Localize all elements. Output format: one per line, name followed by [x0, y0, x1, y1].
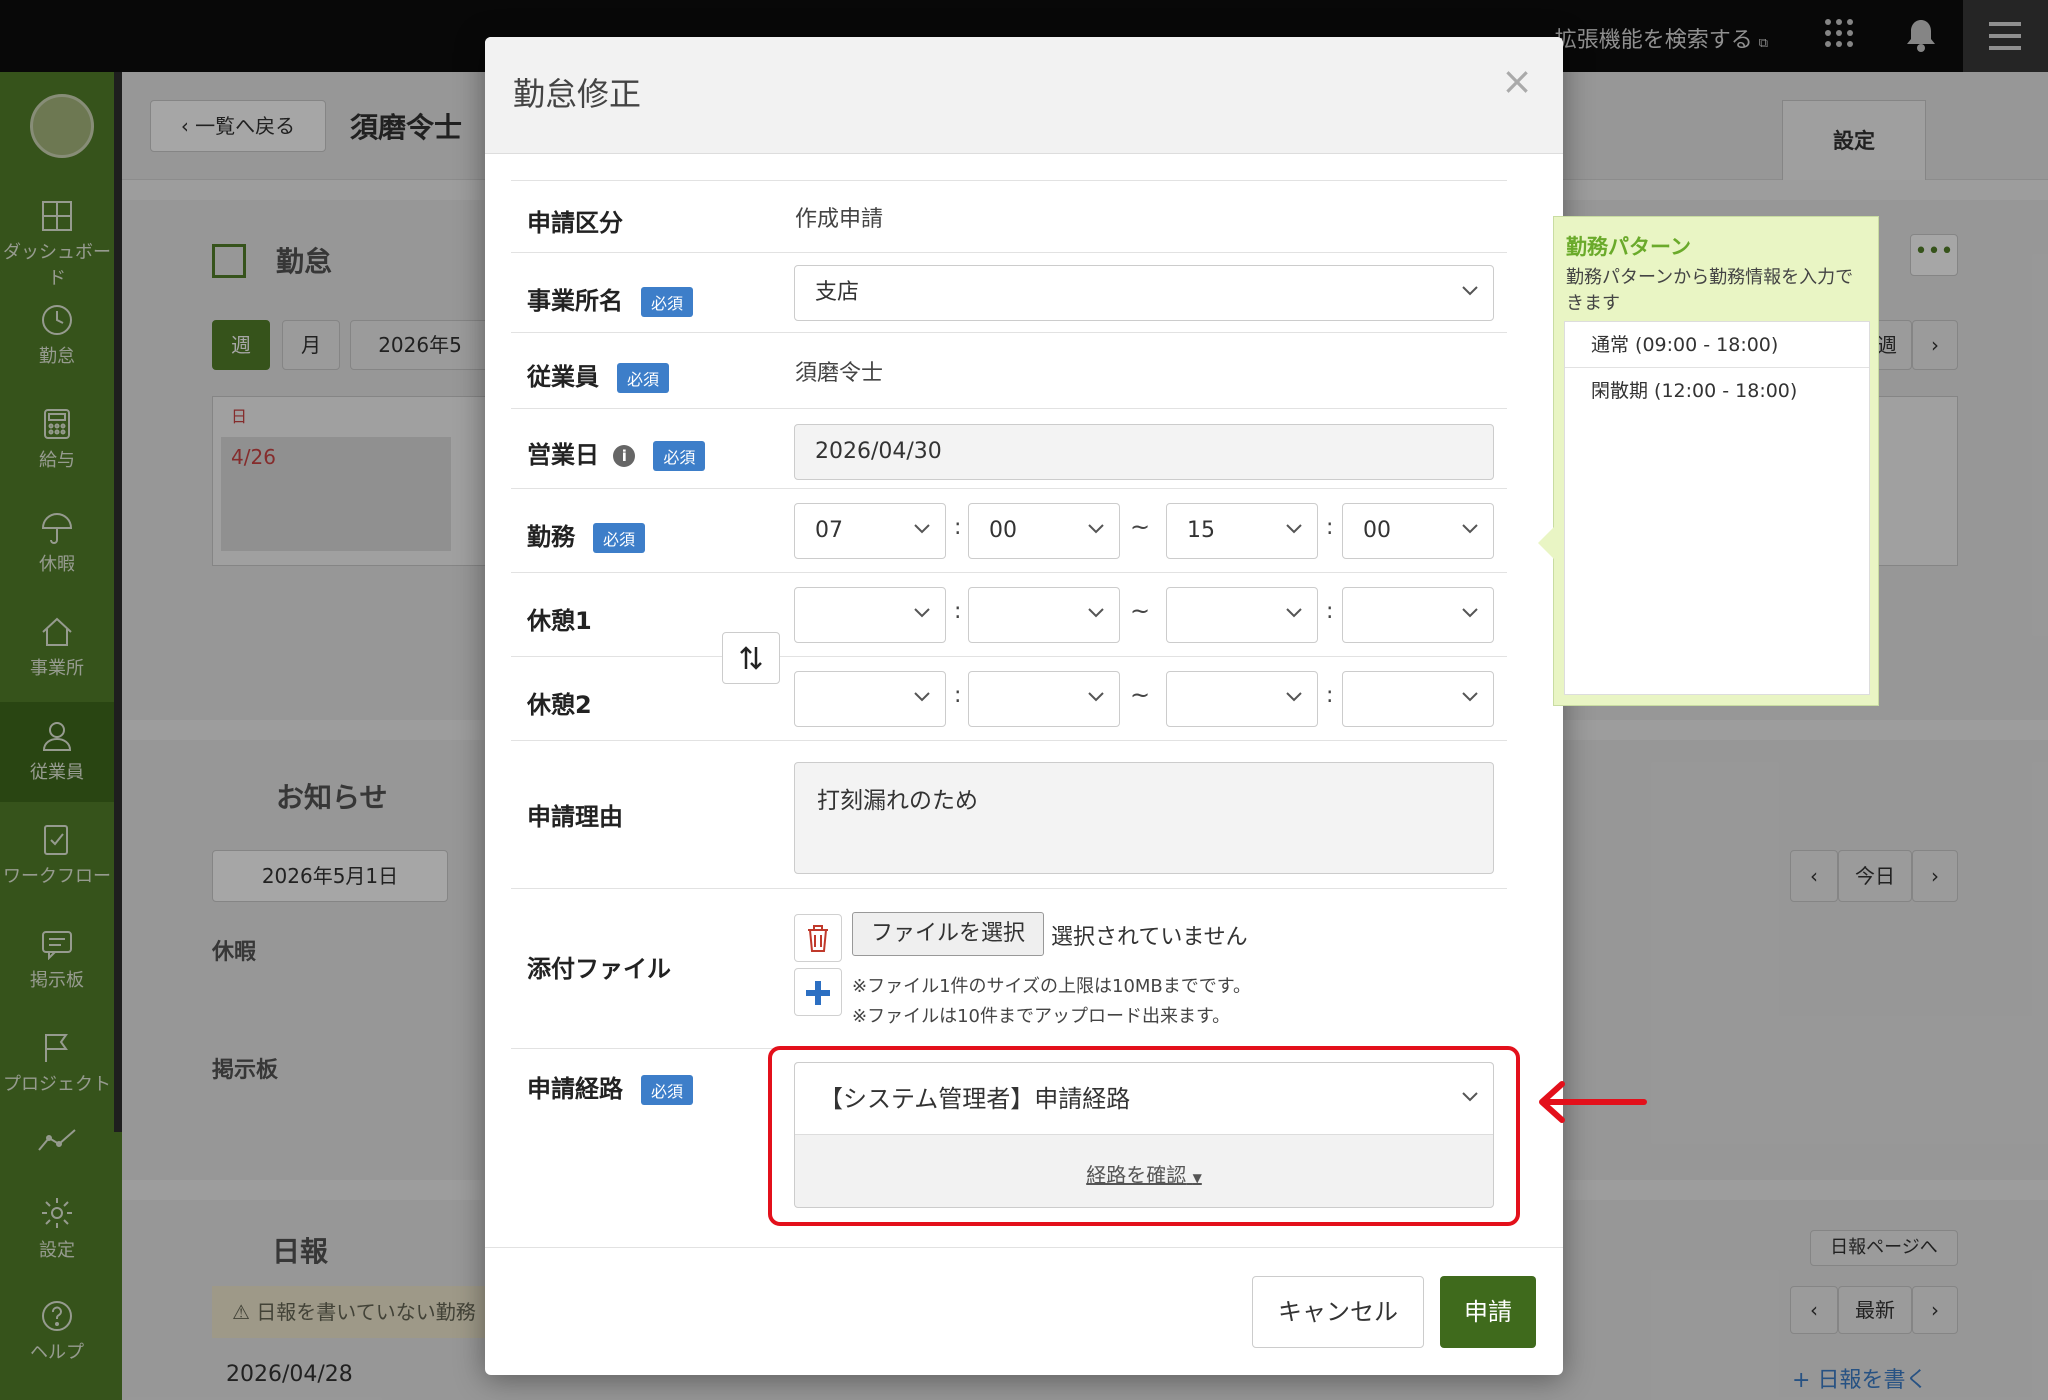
required-badge: 必須	[641, 1075, 694, 1105]
time-separator: :	[1326, 683, 1334, 708]
close-icon[interactable]: ×	[1501, 59, 1533, 103]
chevron-down-icon	[914, 608, 930, 618]
chevron-down-icon	[1462, 286, 1478, 296]
panel-title: 勤務パターン	[1566, 235, 1691, 259]
chevron-down-icon	[1462, 524, 1478, 534]
pattern-item[interactable]: 通常 (09:00 - 18:00)	[1565, 322, 1869, 368]
pattern-item[interactable]: 閑散期 (12:00 - 18:00)	[1565, 368, 1869, 414]
break1-start-minute-select[interactable]	[968, 587, 1120, 643]
pattern-list: 通常 (09:00 - 18:00) 閑散期 (12:00 - 18:00)	[1564, 321, 1870, 695]
delete-file-button[interactable]	[794, 914, 842, 962]
field-label: 申請理由	[527, 803, 623, 831]
time-separator: :	[954, 599, 962, 624]
chevron-down-icon	[1286, 608, 1302, 618]
row-employee: 従業員 必須 須磨令士	[511, 332, 1507, 408]
row-request-type: 申請区分 作成申請	[511, 180, 1507, 252]
required-badge: 必須	[617, 363, 670, 393]
reason-textarea[interactable]: 打刻漏れのため	[794, 762, 1494, 874]
plus-icon	[806, 981, 830, 1005]
field-label: 申請区分	[527, 209, 623, 237]
row-office: 事業所名 必須 支店	[511, 252, 1507, 332]
row-break1: 休憩1 : ~ :	[511, 572, 1507, 656]
work-pattern-panel: 勤務パターン 勤務パターンから勤務情報を入力できます 通常 (09:00 - 1…	[1538, 216, 1879, 706]
modal-header: 勤怠修正 ×	[485, 37, 1563, 154]
work-end-minute-select[interactable]: 00	[1342, 503, 1494, 559]
break2-start-hour-select[interactable]	[794, 671, 946, 727]
modal-title: 勤怠修正	[513, 75, 642, 113]
swap-breaks-button[interactable]	[722, 632, 780, 684]
chevron-down-icon	[1088, 608, 1104, 618]
range-separator: ~	[1130, 597, 1151, 625]
info-icon[interactable]: i	[613, 445, 636, 467]
cancel-button[interactable]: キャンセル	[1252, 1276, 1424, 1348]
row-work: 勤務 必須 07 : 00 ~ 15 : 00	[511, 488, 1507, 572]
file-size-note: ※ファイル1件のサイズの上限は10MBまでです。	[852, 976, 1251, 997]
break1-end-hour-select[interactable]	[1166, 587, 1318, 643]
time-separator: :	[954, 683, 962, 708]
chevron-down-icon	[1462, 692, 1478, 702]
chevron-down-icon	[1088, 692, 1104, 702]
break2-end-minute-select[interactable]	[1342, 671, 1494, 727]
add-file-button[interactable]	[794, 968, 842, 1016]
trash-icon	[808, 925, 828, 952]
field-label: 休憩1	[527, 607, 592, 635]
chevron-down-icon	[1088, 524, 1104, 534]
swap-vertical-icon	[740, 646, 762, 670]
chevron-down-icon	[1286, 524, 1302, 534]
business-date-input[interactable]: 2026/04/30	[794, 424, 1494, 480]
row-break2: 休憩2 : ~ :	[511, 656, 1507, 740]
break1-end-minute-select[interactable]	[1342, 587, 1494, 643]
field-label: 事業所名 必須	[527, 281, 694, 317]
required-badge: 必須	[593, 523, 646, 553]
no-file-text: 選択されていません	[1051, 925, 1248, 950]
range-separator: ~	[1130, 513, 1151, 541]
panel-pointer	[1538, 527, 1554, 559]
work-start-hour-select[interactable]: 07	[794, 503, 946, 559]
field-label: 申請経路 必須	[527, 1069, 694, 1105]
employee-value: 須磨令士	[795, 361, 884, 386]
chevron-down-icon	[1286, 692, 1302, 702]
required-badge: 必須	[641, 287, 694, 317]
request-type-value: 作成申請	[795, 207, 884, 232]
time-separator: :	[1326, 515, 1334, 540]
field-label: 営業日 i 必須	[527, 435, 706, 471]
chevron-down-icon	[1462, 608, 1478, 618]
range-separator: ~	[1130, 681, 1151, 709]
break1-start-hour-select[interactable]	[794, 587, 946, 643]
panel-description: 勤務パターンから勤務情報を入力できます	[1566, 267, 1854, 314]
apply-button[interactable]: 申請	[1440, 1276, 1536, 1348]
file-count-note: ※ファイルは10件までアップロード出来ます。	[852, 1006, 1231, 1027]
left-arrow-icon	[1539, 1081, 1647, 1123]
time-separator: :	[954, 515, 962, 540]
field-label: 従業員 必須	[527, 357, 670, 393]
work-end-hour-select[interactable]: 15	[1166, 503, 1318, 559]
break2-end-hour-select[interactable]	[1166, 671, 1318, 727]
break2-start-minute-select[interactable]	[968, 671, 1120, 727]
field-label: 休憩2	[527, 691, 592, 719]
required-badge: 必須	[653, 441, 706, 471]
time-separator: :	[1326, 599, 1334, 624]
field-label: 勤務 必須	[527, 517, 646, 553]
route-highlight-box	[768, 1046, 1520, 1226]
choose-file-button[interactable]: ファイルを選択	[852, 912, 1044, 956]
field-label: 添付ファイル	[527, 955, 671, 983]
work-start-minute-select[interactable]: 00	[968, 503, 1120, 559]
row-business-date: 営業日 i 必須 2026/04/30	[511, 408, 1507, 488]
office-select[interactable]: 支店	[794, 265, 1494, 321]
chevron-down-icon	[914, 524, 930, 534]
chevron-down-icon	[914, 692, 930, 702]
